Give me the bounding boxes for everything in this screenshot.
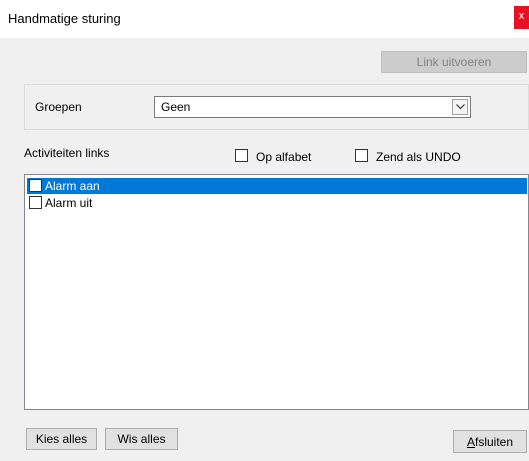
close-button-label: fsluiten [474, 434, 514, 449]
chevron-down-icon [456, 104, 465, 110]
undo-checkbox[interactable] [355, 149, 368, 162]
list-item-checkbox[interactable] [29, 179, 42, 192]
close-accelerator-key: A [466, 434, 475, 449]
list-item-checkbox[interactable] [29, 196, 42, 209]
activities-label: Activiteiten links [24, 146, 110, 160]
groups-selected-value: Geen [161, 100, 191, 114]
dropdown-arrow-button[interactable] [452, 99, 468, 115]
title-bar: Handmatige sturing x [0, 0, 529, 38]
list-item-label: Alarm aan [45, 179, 100, 193]
dialog-window: Handmatige sturing x Link uitvoeren Groe… [0, 0, 529, 461]
window-title: Handmatige sturing [8, 11, 121, 26]
groups-label: Groepen [35, 100, 82, 114]
clear-all-button[interactable]: Wis alles [105, 428, 178, 450]
alphabetical-checkbox[interactable] [235, 149, 248, 162]
list-item[interactable]: Alarm uit [27, 195, 527, 211]
close-button[interactable]: x [514, 6, 529, 29]
select-all-button[interactable]: Kies alles [26, 428, 97, 450]
activities-list[interactable]: Alarm aan Alarm uit [24, 174, 529, 410]
undo-label: Zend als UNDO [376, 150, 461, 164]
link-execute-button[interactable]: Link uitvoeren [381, 51, 527, 73]
list-item-label: Alarm uit [45, 196, 93, 210]
alphabetical-label: Op alfabet [256, 150, 312, 164]
close-dialog-button[interactable]: Afsluiten [453, 430, 527, 453]
groups-dropdown[interactable]: Geen [154, 96, 471, 118]
list-item[interactable]: Alarm aan [27, 178, 527, 194]
